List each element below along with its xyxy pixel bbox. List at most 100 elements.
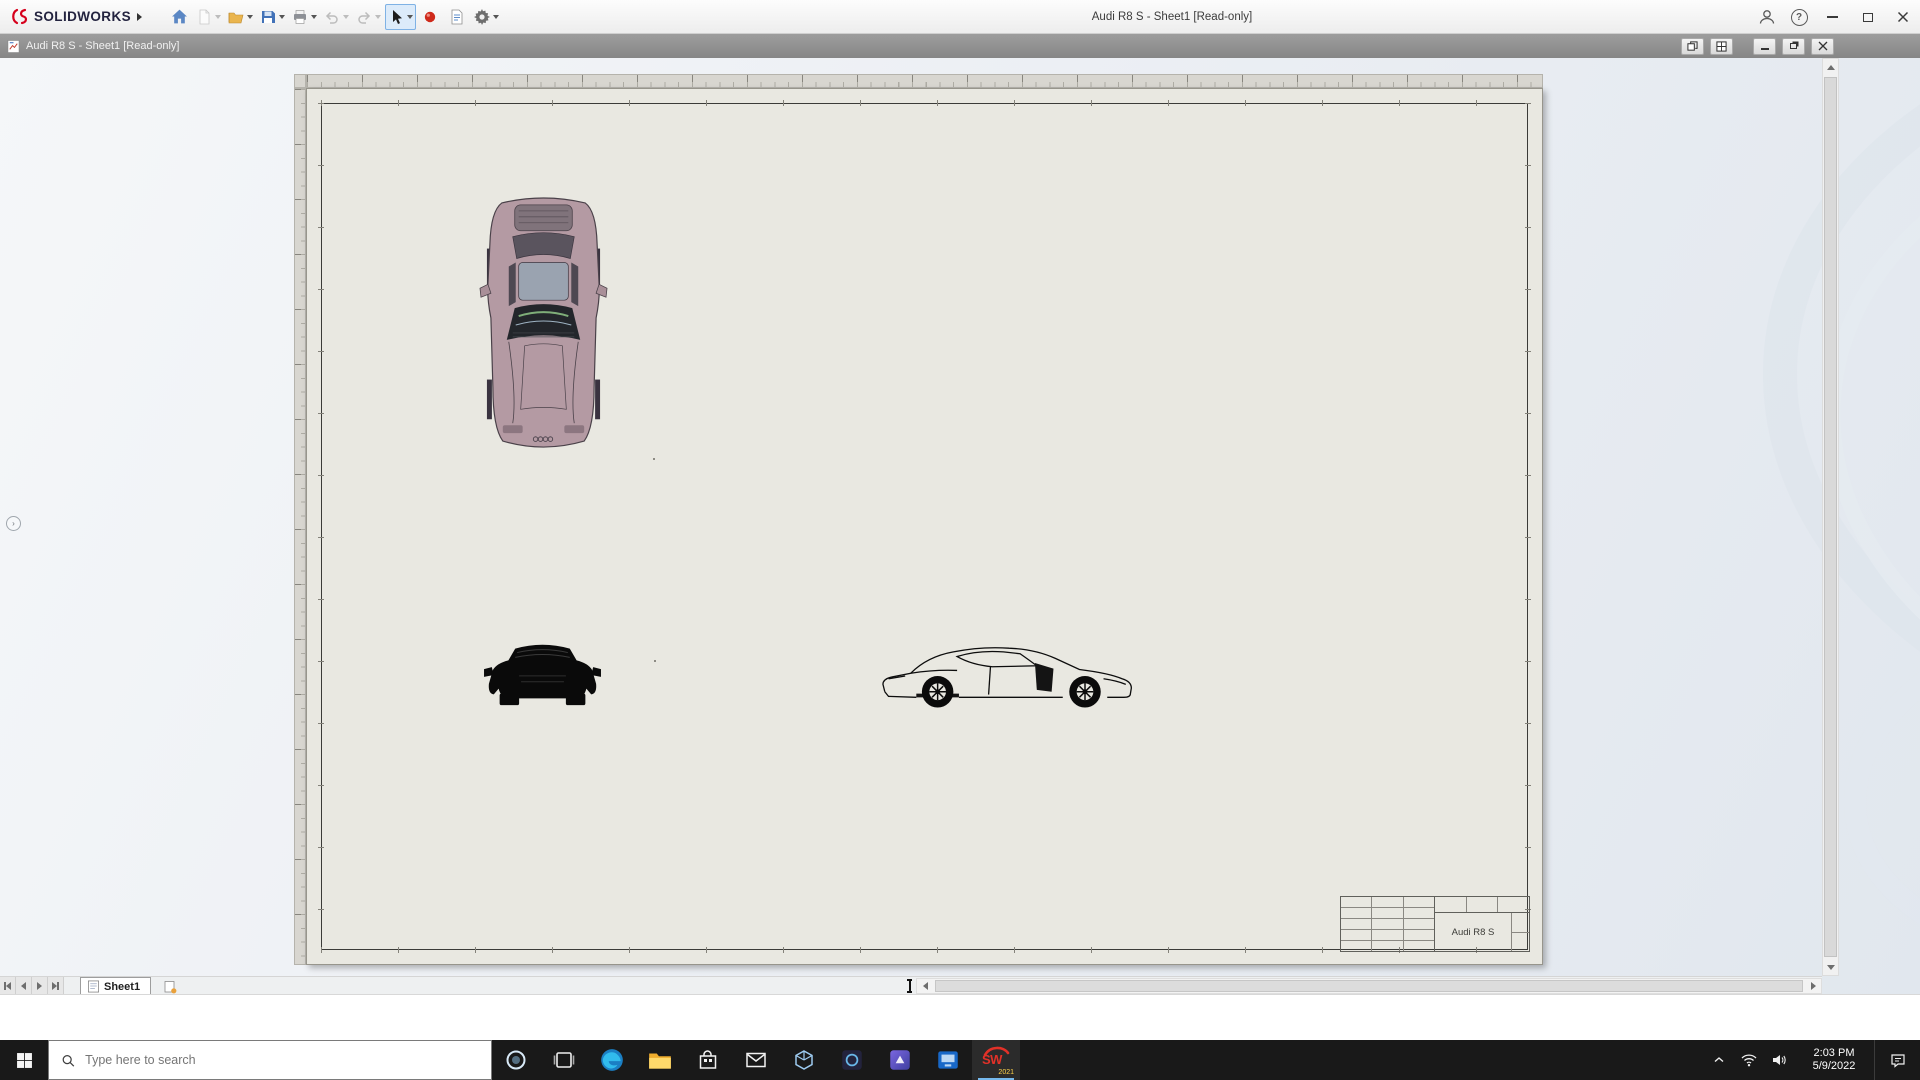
car-front-view bbox=[484, 644, 601, 706]
front-wheel bbox=[921, 676, 954, 708]
add-sheet-button[interactable] bbox=[158, 978, 182, 994]
print-button[interactable] bbox=[289, 4, 320, 30]
vertical-scroll-thumb[interactable] bbox=[1824, 77, 1837, 957]
horizontal-scroll-thumb[interactable] bbox=[935, 980, 1803, 992]
horizontal-scrollbar[interactable] bbox=[916, 978, 1822, 994]
undo-button[interactable] bbox=[321, 4, 352, 30]
save-icon bbox=[262, 10, 275, 23]
view-origin-marker bbox=[654, 660, 656, 662]
menu-flyout-arrow-icon[interactable] bbox=[137, 12, 142, 21]
app-titlebar: SOLIDWORKS Audi R8 S - Sheet1 [Read-only… bbox=[0, 0, 1920, 34]
doc-restore-icon bbox=[1790, 43, 1797, 49]
document-title: Audi R8 S - Sheet1 [Read-only] bbox=[6, 39, 179, 54]
options-button[interactable] bbox=[471, 4, 502, 30]
quick-access-toolbar bbox=[166, 3, 502, 30]
taskbar-clock[interactable]: 2:03 PM 5/9/2022 bbox=[1794, 1040, 1874, 1080]
file-explorer-button[interactable] bbox=[636, 1040, 684, 1080]
rebuild-button[interactable] bbox=[417, 4, 443, 30]
scroll-right-button[interactable] bbox=[1805, 979, 1821, 993]
options-gear-icon bbox=[474, 8, 490, 25]
task-view-button[interactable] bbox=[540, 1040, 588, 1080]
file-properties-button[interactable] bbox=[444, 4, 470, 30]
vertical-scrollbar[interactable] bbox=[1822, 58, 1839, 976]
hidden-icons-button[interactable] bbox=[1704, 1040, 1734, 1080]
account-button[interactable] bbox=[1751, 0, 1783, 34]
network-button[interactable] bbox=[1734, 1040, 1764, 1080]
doc-restore-button[interactable] bbox=[1782, 37, 1805, 55]
solidworks-logo[interactable]: SOLIDWORKS bbox=[4, 8, 150, 25]
save-button[interactable] bbox=[257, 4, 288, 30]
file-properties-icon bbox=[451, 9, 463, 24]
sheet-tab-bar: Sheet1 bbox=[0, 976, 1822, 994]
minimize-icon bbox=[1827, 16, 1838, 18]
dark-app-icon bbox=[842, 1050, 862, 1070]
doc-cascade-button[interactable] bbox=[1681, 37, 1704, 55]
purple-app-button[interactable] bbox=[876, 1040, 924, 1080]
microsoft-store-button[interactable] bbox=[684, 1040, 732, 1080]
task-view-icon bbox=[553, 1052, 575, 1068]
rear-wheel bbox=[1069, 676, 1101, 708]
first-sheet-button[interactable] bbox=[0, 977, 16, 994]
taskbar-search-box[interactable] bbox=[48, 1040, 492, 1080]
search-input[interactable] bbox=[85, 1053, 479, 1067]
drawing-sheet[interactable]: Audi R8 S bbox=[306, 88, 1543, 965]
car-top-view bbox=[479, 197, 608, 448]
clock-time: 2:03 PM bbox=[1813, 1047, 1855, 1059]
blue-app-button[interactable] bbox=[924, 1040, 972, 1080]
title-block-part-name: Audi R8 S bbox=[1451, 926, 1495, 938]
document-window-controls bbox=[1681, 37, 1834, 55]
feature-manager-expand-button[interactable]: › bbox=[6, 516, 21, 531]
zone-marks-top bbox=[321, 100, 1528, 106]
scroll-left-button[interactable] bbox=[917, 979, 933, 993]
help-button[interactable]: ? bbox=[1783, 0, 1815, 34]
dark-app-button[interactable] bbox=[828, 1040, 876, 1080]
doc-minimize-button[interactable] bbox=[1753, 37, 1776, 55]
drawing-view-side[interactable] bbox=[871, 638, 1147, 714]
home-icon bbox=[171, 9, 187, 24]
file-explorer-icon bbox=[649, 1053, 671, 1069]
screen: SOLIDWORKS Audi R8 S - Sheet1 [Read-only… bbox=[0, 0, 1920, 1080]
open-button[interactable] bbox=[225, 4, 256, 30]
start-button[interactable] bbox=[0, 1040, 48, 1080]
car-side-view bbox=[882, 647, 1132, 708]
sheet-tab-sheet1[interactable]: Sheet1 bbox=[80, 977, 152, 994]
scroll-up-button[interactable] bbox=[1823, 59, 1838, 75]
edge-button[interactable] bbox=[588, 1040, 636, 1080]
account-icon bbox=[1759, 10, 1775, 24]
redo-button[interactable] bbox=[353, 4, 384, 30]
rebuild-icon bbox=[424, 11, 436, 22]
minimize-button[interactable] bbox=[1815, 0, 1850, 34]
add-sheet-icon bbox=[164, 980, 177, 993]
doc-tile-button[interactable] bbox=[1710, 37, 1733, 55]
print-icon bbox=[294, 9, 306, 24]
cascade-icon bbox=[1687, 40, 1698, 51]
title-block[interactable]: Audi R8 S bbox=[1340, 896, 1530, 952]
action-center-button[interactable] bbox=[1874, 1040, 1920, 1080]
scroll-down-button[interactable] bbox=[1823, 959, 1838, 975]
mail-button[interactable] bbox=[732, 1040, 780, 1080]
previous-sheet-button[interactable] bbox=[16, 977, 32, 994]
title-block-name-area: Audi R8 S bbox=[1435, 897, 1529, 951]
cortana-button[interactable] bbox=[492, 1040, 540, 1080]
3d-viewer-cube-icon bbox=[795, 1050, 813, 1070]
doc-close-icon bbox=[1818, 41, 1827, 51]
drawing-view-front[interactable] bbox=[481, 635, 604, 711]
next-sheet-button[interactable] bbox=[32, 977, 48, 994]
drawing-view-top[interactable] bbox=[479, 187, 608, 459]
zone-marks-left bbox=[318, 103, 324, 950]
new-document-button[interactable] bbox=[193, 4, 224, 30]
undo-icon bbox=[325, 11, 338, 24]
maximize-button[interactable] bbox=[1850, 0, 1885, 34]
doc-close-button[interactable] bbox=[1811, 37, 1834, 55]
close-button[interactable] bbox=[1885, 0, 1920, 34]
volume-button[interactable] bbox=[1764, 1040, 1794, 1080]
last-sheet-button[interactable] bbox=[48, 977, 64, 994]
solidworks-taskbar-button[interactable]: SW 2021 bbox=[972, 1040, 1020, 1080]
open-folder-icon bbox=[228, 12, 244, 23]
mail-icon bbox=[746, 1052, 766, 1068]
3d-viewer-button[interactable] bbox=[780, 1040, 828, 1080]
select-cursor-icon bbox=[393, 9, 402, 24]
select-tool-button[interactable] bbox=[385, 3, 416, 30]
windows-taskbar: SW 2021 2:03 PM 5/9/2022 bbox=[0, 1040, 1920, 1080]
home-button[interactable] bbox=[166, 4, 192, 30]
